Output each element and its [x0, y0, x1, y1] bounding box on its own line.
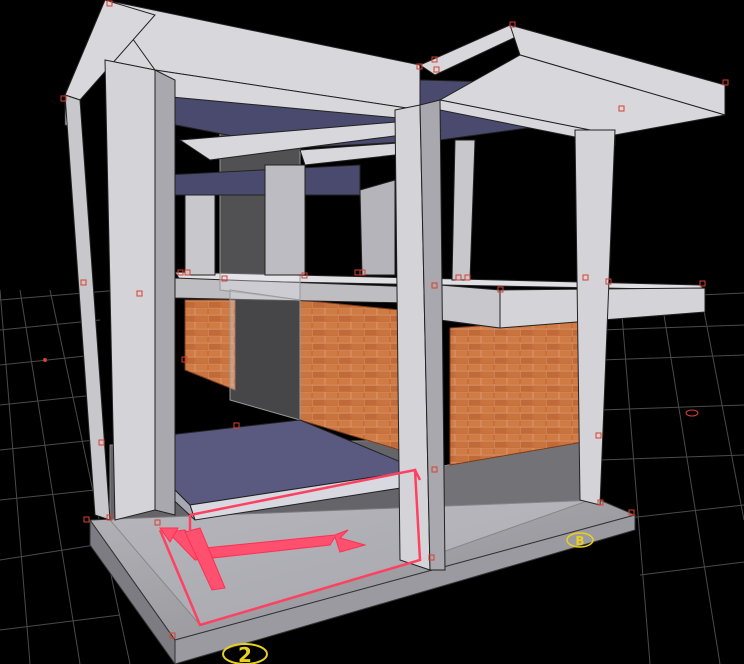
3d-viewport[interactable]: 2 B — [0, 0, 744, 664]
brick-wall-left[interactable] — [184, 299, 236, 391]
grid-axis-marker-2[interactable]: 2 — [222, 643, 268, 664]
column-back-left — [64, 94, 111, 521]
brick-wall-right[interactable] — [449, 317, 596, 466]
grid-axis-label: B — [575, 534, 584, 548]
grid-axis-label: 2 — [238, 643, 252, 664]
model-canvas[interactable]: 2 B — [0, 0, 744, 664]
